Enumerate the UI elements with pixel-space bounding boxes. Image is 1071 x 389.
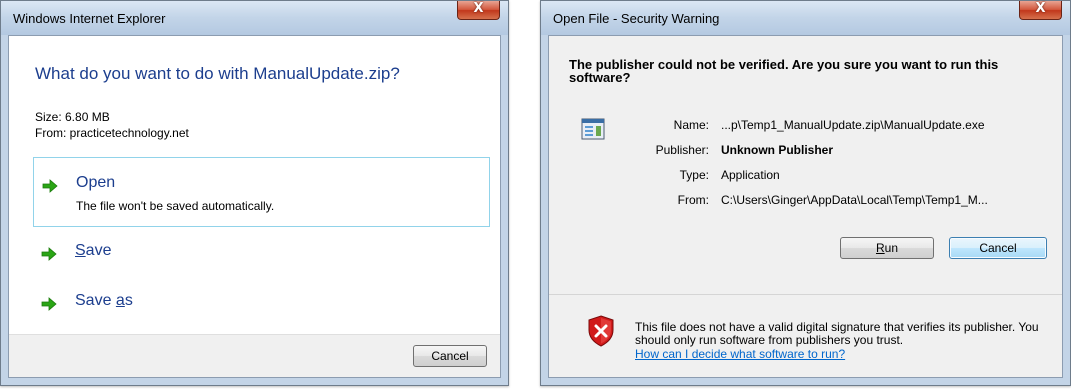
publisher-label: Publisher: bbox=[655, 143, 709, 157]
open-option[interactable]: Open The file won't be saved automatical… bbox=[33, 157, 490, 227]
close-icon: X bbox=[473, 1, 484, 16]
save-as-label: Save as bbox=[75, 292, 133, 309]
warning-footer: This file does not have a valid digital … bbox=[549, 294, 1062, 377]
name-label: Name: bbox=[673, 118, 709, 132]
dialog-footer: Cancel bbox=[9, 334, 500, 377]
from-label: From: bbox=[677, 193, 709, 207]
close-button[interactable]: X bbox=[1019, 1, 1062, 20]
open-sublabel: The file won't be saved automatically. bbox=[76, 199, 275, 213]
publisher-value: Unknown Publisher bbox=[721, 143, 834, 157]
run-button[interactable]: Run bbox=[840, 237, 934, 259]
file-size: Size: 6.80 MB bbox=[35, 110, 110, 124]
from-value: C:\Users\Ginger\AppData\Local\Temp\Temp1… bbox=[721, 193, 988, 207]
green-arrow-icon bbox=[42, 179, 58, 193]
save-label: Save bbox=[75, 242, 112, 259]
save-as-option[interactable]: Save as bbox=[33, 286, 490, 320]
open-label: Open bbox=[76, 174, 116, 191]
close-button[interactable]: X bbox=[457, 1, 500, 20]
signature-warning-text: This file does not have a valid digital … bbox=[635, 320, 1039, 347]
type-label: Type: bbox=[679, 168, 709, 182]
save-option[interactable]: Save bbox=[33, 236, 490, 270]
security-warning-dialog: Open File - Security Warning X The publi… bbox=[540, 0, 1071, 386]
file-source: From: practicetechnology.net bbox=[35, 126, 189, 140]
title-bar[interactable]: Windows Internet Explorer X bbox=[1, 1, 508, 35]
title-bar[interactable]: Open File - Security Warning X bbox=[541, 1, 1070, 35]
name-value: ...p\Temp1_ManualUpdate.zip\ManualUpdate… bbox=[721, 118, 985, 132]
warning-heading: The publisher could not be verified. Are… bbox=[569, 57, 999, 85]
green-arrow-icon bbox=[41, 297, 57, 311]
cancel-button[interactable]: Cancel bbox=[413, 345, 487, 367]
help-link[interactable]: How can I decide what software to run? bbox=[635, 347, 845, 361]
shield-error-icon bbox=[588, 315, 614, 347]
type-value: Application bbox=[721, 168, 780, 182]
window-title: Open File - Security Warning bbox=[553, 11, 720, 26]
download-question: What do you want to do with ManualUpdate… bbox=[35, 64, 400, 83]
window-title: Windows Internet Explorer bbox=[13, 11, 166, 26]
close-icon: X bbox=[1035, 1, 1046, 16]
dialog-body: What do you want to do with ManualUpdate… bbox=[8, 35, 501, 378]
details-area: The publisher could not be verified. Are… bbox=[549, 36, 1062, 298]
cancel-button[interactable]: Cancel bbox=[949, 237, 1047, 259]
dialog-body: The publisher could not be verified. Are… bbox=[548, 35, 1063, 378]
green-arrow-icon bbox=[41, 247, 57, 261]
ie-download-dialog: Windows Internet Explorer X What do you … bbox=[0, 0, 509, 386]
